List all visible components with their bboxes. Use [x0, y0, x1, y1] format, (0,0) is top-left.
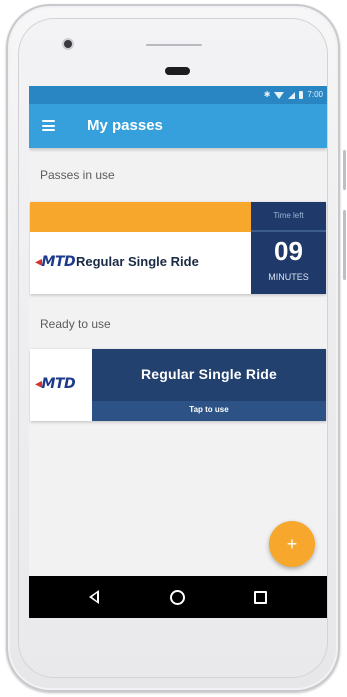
time-left-value: 09	[274, 236, 303, 266]
tap-to-use-button[interactable]: Tap to use	[92, 401, 326, 421]
active-pass-status-strip	[30, 202, 251, 232]
app-bar: My passes	[29, 104, 327, 148]
battery-icon	[299, 91, 304, 99]
android-nav-bar	[29, 576, 327, 618]
recent-apps-icon[interactable]	[254, 591, 267, 604]
front-camera	[64, 40, 72, 48]
active-pass-card[interactable]: ◂MTD Regular Single Ride Time left 09 MI…	[30, 202, 326, 294]
proximity-sensor	[146, 44, 202, 46]
ready-pass-name: Regular Single Ride	[140, 366, 278, 382]
bluetooth-icon: ✱	[263, 90, 271, 99]
active-pass-name: Regular Single Ride	[76, 254, 199, 269]
wifi-icon	[274, 91, 285, 99]
ready-pass-card[interactable]: ◂MTD Regular Single Ride Tap to use	[30, 349, 326, 421]
add-pass-button[interactable]: +	[269, 521, 315, 567]
time-left-label: Time left	[273, 211, 304, 220]
mtd-logo: ◂MTD	[35, 376, 76, 392]
ready-pass-panel: Regular Single Ride Tap to use	[92, 349, 326, 421]
hamburger-menu-icon[interactable]	[42, 120, 55, 131]
signal-icon	[288, 91, 296, 99]
plus-icon: +	[286, 534, 298, 554]
mtd-logo: ◂MTD	[35, 254, 76, 270]
phone-side-button	[343, 150, 346, 190]
phone-volume-button	[343, 210, 346, 280]
home-icon[interactable]	[170, 590, 185, 605]
time-left-divider	[251, 230, 326, 232]
time-left-unit: MINUTES	[268, 272, 309, 282]
back-icon[interactable]	[89, 590, 99, 604]
section-label-passes-in-use: Passes in use	[40, 168, 115, 182]
time-left-box: Time left 09 MINUTES	[251, 202, 326, 294]
app-screen: ✱ 7:00 My passes Passes in use ◂MTD Regu…	[29, 86, 327, 618]
status-bar: ✱ 7:00	[29, 86, 327, 104]
tap-to-use-label: Tap to use	[189, 405, 229, 414]
status-time: 7:00	[307, 90, 323, 99]
section-label-ready-to-use: Ready to use	[40, 317, 111, 331]
earpiece-speaker	[165, 67, 190, 75]
page-title: My passes	[87, 117, 163, 134]
status-icons: ✱ 7:00	[264, 89, 323, 101]
